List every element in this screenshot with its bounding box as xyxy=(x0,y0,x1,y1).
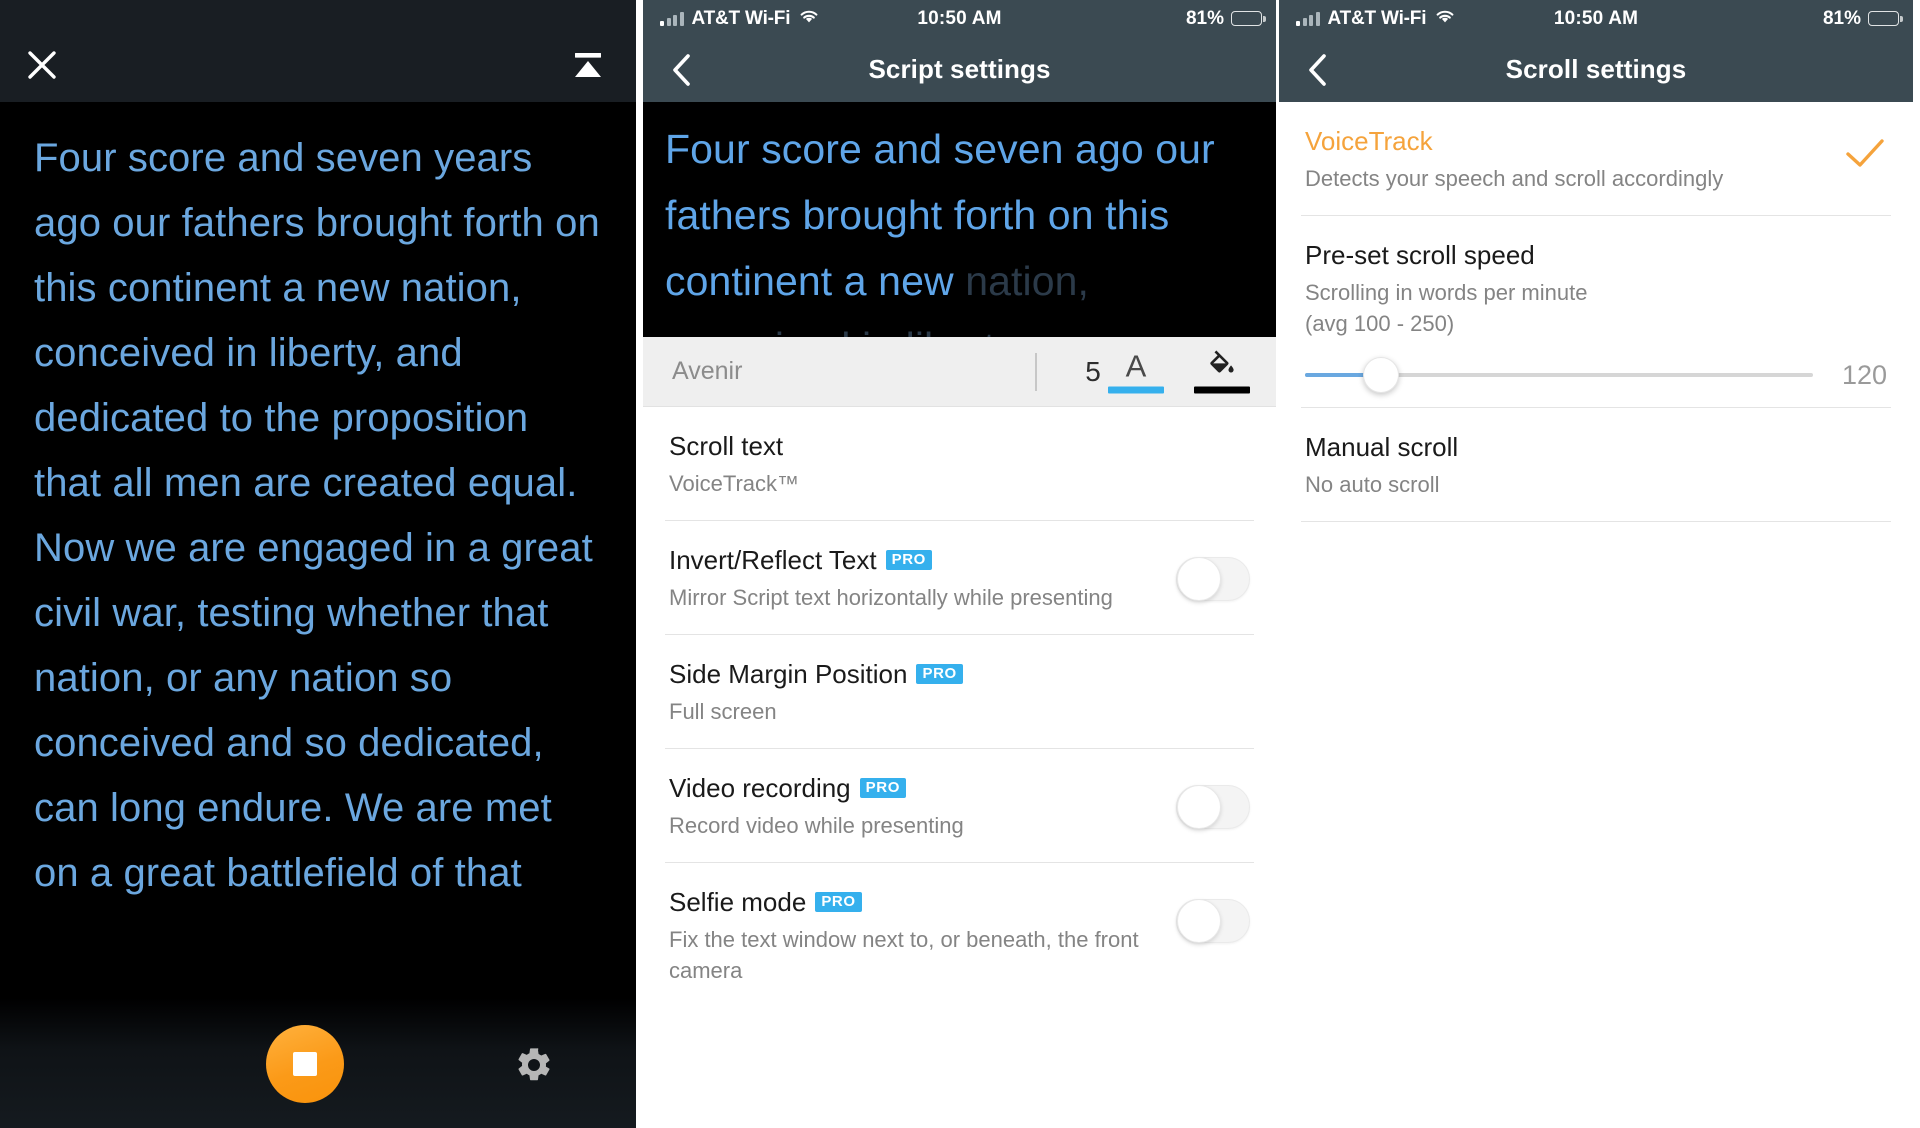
letter-a-glyph: A xyxy=(1125,348,1147,383)
row-text: Scroll text VoiceTrack™ xyxy=(669,429,1250,499)
toolbar-divider xyxy=(1035,353,1037,391)
row-title-label: Video recording xyxy=(669,773,851,803)
bucket-glyph xyxy=(1194,350,1250,383)
font-toolbar: Avenir 5 A xyxy=(643,337,1276,407)
settings-row-scroll-text[interactable]: Scroll text VoiceTrack™ xyxy=(643,407,1276,520)
row-title-label: Side Margin Position xyxy=(669,659,908,689)
scroll-speed-slider[interactable] xyxy=(1305,357,1813,393)
row-title: Manual scroll xyxy=(1305,430,1867,464)
row-subtitle-line1: Scrolling in words per minute xyxy=(1305,280,1588,305)
script-settings-navbar: Script settings xyxy=(643,37,1276,102)
row-text: Pre-set scroll speed Scrolling in words … xyxy=(1305,238,1887,339)
scroll-speed-value: 120 xyxy=(1841,359,1887,390)
row-text: Invert/Reflect Text PRO Mirror Script te… xyxy=(669,543,1176,613)
invert-reflect-toggle[interactable] xyxy=(1176,557,1250,601)
status-bar: AT&T Wi-Fi 10:50 AM 81% xyxy=(643,0,1276,37)
text-color-swatch xyxy=(1108,386,1164,393)
fill-color-swatch xyxy=(1194,386,1250,393)
scroll-settings-list: VoiceTrack Detects your speech and scrol… xyxy=(1279,102,1913,522)
clock-label: 10:50 AM xyxy=(917,7,1002,29)
toggle-knob xyxy=(1177,785,1221,829)
pro-badge: PRO xyxy=(885,549,932,571)
status-bar: AT&T Wi-Fi 10:50 AM 81% xyxy=(1279,0,1913,37)
script-preview-active-text: Four score and seven ago our fathers bro… xyxy=(665,126,1215,304)
row-title: Side Margin Position PRO xyxy=(669,657,1230,691)
row-title-label: Invert/Reflect Text xyxy=(669,545,877,575)
clock-label: 10:50 AM xyxy=(1553,7,1639,29)
script-preview[interactable]: Four score and seven ago our fathers bro… xyxy=(643,102,1276,337)
page-title: Script settings xyxy=(868,54,1051,84)
row-text: Video recording PRO Record video while p… xyxy=(669,771,1176,841)
row-subtitle: Detects your speech and scroll according… xyxy=(1305,166,1724,191)
toggle-knob xyxy=(1177,557,1221,601)
chevron-left-icon[interactable] xyxy=(1301,51,1335,89)
settings-row-side-margin-position[interactable]: Side Margin Position PRO Full screen xyxy=(643,635,1276,748)
pro-badge: PRO xyxy=(916,663,963,685)
pro-badge: PRO xyxy=(815,891,862,913)
teleprompter-panel: Four score and seven years ago our fathe… xyxy=(0,0,636,1128)
scroll-option-voicetrack[interactable]: VoiceTrack Detects your speech and scrol… xyxy=(1279,102,1913,215)
font-name-selector[interactable]: Avenir xyxy=(643,357,742,386)
row-text: Manual scroll No auto scroll xyxy=(1305,430,1887,500)
selfie-mode-toggle[interactable] xyxy=(1176,899,1250,943)
scroll-option-manual-scroll[interactable]: Manual scroll No auto scroll xyxy=(1279,408,1913,521)
scroll-option-preset-speed[interactable]: Pre-set scroll speed Scrolling in words … xyxy=(1279,216,1913,343)
text-color-A-icon[interactable]: A xyxy=(1108,350,1164,393)
row-title: Selfie mode PRO xyxy=(669,885,1156,919)
row-subtitle-line2: (avg 100 - 250) xyxy=(1305,311,1455,336)
row-title: Pre-set scroll speed xyxy=(1305,238,1867,272)
eject-icon[interactable] xyxy=(568,48,608,82)
check-icon xyxy=(1843,136,1887,172)
settings-row-invert-reflect-text[interactable]: Invert/Reflect Text PRO Mirror Script te… xyxy=(643,521,1276,634)
row-title: Scroll text xyxy=(669,429,1230,463)
row-title-label: Selfie mode xyxy=(669,887,807,917)
row-text: VoiceTrack Detects your speech and scrol… xyxy=(1305,124,1843,194)
script-preview-text: Four score and seven ago our fathers bro… xyxy=(665,116,1254,337)
teleprompter-topbar xyxy=(0,0,636,102)
toggle-knob xyxy=(1177,899,1221,943)
close-icon[interactable] xyxy=(25,48,59,82)
row-title: Invert/Reflect Text PRO xyxy=(669,543,1156,577)
row-title-label: VoiceTrack xyxy=(1305,126,1433,156)
pro-badge: PRO xyxy=(859,777,906,799)
chevron-left-icon[interactable] xyxy=(665,51,699,89)
row-subtitle: Mirror Script text horizontally while pr… xyxy=(669,585,1113,610)
slider-thumb[interactable] xyxy=(1363,357,1400,393)
row-subtitle: Record video while presenting xyxy=(669,813,964,838)
battery-icon xyxy=(1868,11,1903,26)
row-text: Selfie mode PRO Fix the text window next… xyxy=(669,885,1176,986)
page-title: Scroll settings xyxy=(1505,54,1687,84)
scroll-settings-panel: AT&T Wi-Fi 10:50 AM 81% Scroll settings … xyxy=(1276,0,1913,1128)
row-text: Side Margin Position PRO Full screen xyxy=(669,657,1250,727)
scroll-settings-navbar: Scroll settings xyxy=(1279,37,1913,102)
row-divider xyxy=(1301,521,1891,522)
record-stop-button[interactable] xyxy=(266,1025,344,1103)
settings-row-selfie-mode[interactable]: Selfie mode PRO Fix the text window next… xyxy=(643,863,1276,1007)
battery-icon xyxy=(1231,11,1266,26)
row-subtitle: Full screen xyxy=(669,699,777,724)
row-title-label: Manual scroll xyxy=(1305,432,1459,462)
video-recording-toggle[interactable] xyxy=(1176,785,1250,829)
row-subtitle: Fix the text window next to, or beneath,… xyxy=(669,927,1139,983)
row-title-label: Scroll text xyxy=(669,431,784,461)
row-title: VoiceTrack xyxy=(1305,124,1823,158)
row-title: Video recording PRO xyxy=(669,771,1156,805)
row-title-label: Pre-set scroll speed xyxy=(1305,240,1535,270)
script-settings-panel: AT&T Wi-Fi 10:50 AM 81% Script settings … xyxy=(636,0,1276,1128)
paint-bucket-icon[interactable] xyxy=(1194,350,1250,393)
screenshot-stage: Four score and seven years ago our fathe… xyxy=(0,0,1920,1128)
row-subtitle: VoiceTrack™ xyxy=(669,471,800,496)
gear-icon[interactable] xyxy=(514,1045,554,1085)
row-subtitle: No auto scroll xyxy=(1305,472,1440,497)
script-settings-list: Scroll text VoiceTrack™ Invert/Reflect T… xyxy=(643,407,1276,1007)
scroll-speed-slider-row: 120 xyxy=(1279,343,1913,407)
settings-row-video-recording[interactable]: Video recording PRO Record video while p… xyxy=(643,749,1276,862)
teleprompter-script-text[interactable]: Four score and seven years ago our fathe… xyxy=(0,102,636,906)
stop-square-icon xyxy=(293,1052,317,1076)
